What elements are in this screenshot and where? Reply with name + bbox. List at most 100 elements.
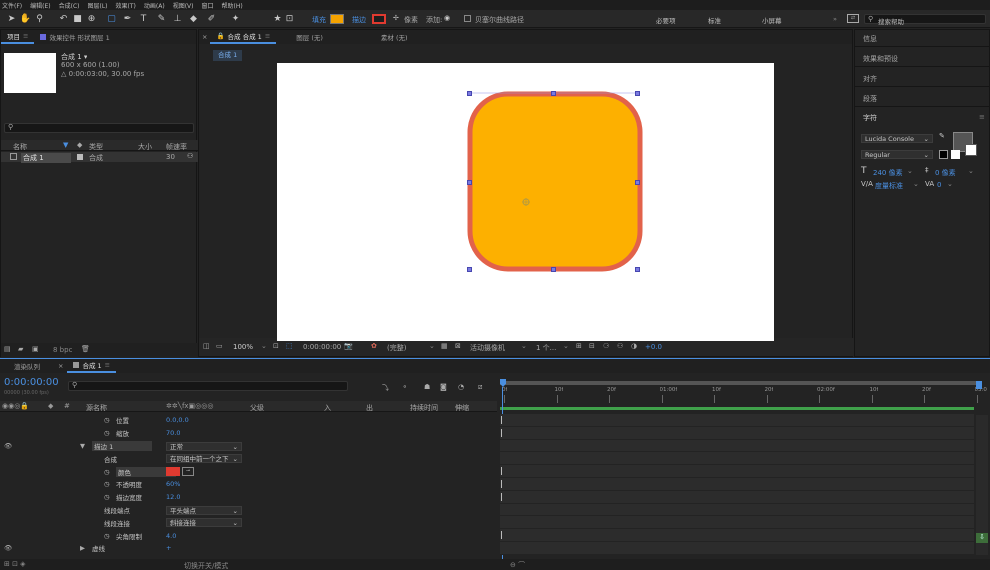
pick-whip-icon[interactable]: ⊸ — [182, 467, 194, 477]
project-item-name[interactable]: 合成 1 — [21, 153, 71, 163]
project-search-field[interactable]: ⚲ — [4, 123, 194, 133]
property-row[interactable]: ◷ 不透明度 60% — [0, 478, 497, 491]
keyframe-marker[interactable] — [501, 531, 502, 540]
tab-effect-controls[interactable]: 效果控件 形状图层 1 — [34, 30, 115, 44]
menu-item[interactable]: 效果(T) — [116, 1, 136, 10]
tracking-value[interactable]: 0 — [937, 181, 941, 189]
type-tool-icon[interactable]: T — [138, 13, 149, 24]
column-name[interactable]: 名称 — [13, 142, 27, 152]
scroll-down-icon[interactable]: ⇩ — [976, 533, 988, 543]
fast-preview-icon[interactable]: ⊠ — [455, 342, 461, 350]
add-menu-icon[interactable]: ◉ — [444, 14, 450, 22]
font-size-value[interactable]: 240 像素 — [873, 168, 903, 178]
column-source-name[interactable]: 源名称 — [86, 403, 107, 413]
column-out[interactable]: 出 — [366, 403, 373, 413]
column-duration[interactable]: 持续时间 — [410, 403, 438, 413]
timeline-timecode[interactable]: 0:00:00:00 — [4, 377, 59, 388]
kerning-value[interactable]: 度量标准 — [875, 181, 903, 191]
footer-toggle-icons[interactable]: ⊞ ⊡ ◈ — [4, 560, 26, 568]
resolution-dropdown[interactable]: (完整) — [387, 343, 406, 353]
tab-project[interactable]: 项目 ≡ — [1, 30, 35, 44]
roto-brush-tool-icon[interactable]: ✐ — [206, 13, 217, 24]
tab-layer[interactable]: 图层 (无) — [290, 30, 329, 44]
property-value[interactable]: 70.0 — [166, 429, 180, 437]
property-row[interactable]: 线段连接 斜接连接 ⌄ — [0, 516, 497, 529]
stopwatch-icon[interactable]: ◷ — [104, 480, 110, 488]
column-type[interactable]: 类型 — [89, 142, 103, 152]
track-row[interactable] — [500, 478, 974, 491]
column-parent[interactable]: 父级 — [250, 403, 264, 413]
fill-label[interactable]: 填充 — [312, 15, 326, 25]
av-features-icon[interactable]: ◉◉◎🔒 — [2, 402, 29, 410]
resolution-chevron-icon[interactable]: ⌄ — [429, 342, 435, 350]
hand-tool-icon[interactable]: ✋ — [20, 13, 31, 24]
tab-footage[interactable]: 素材 (无) — [375, 30, 414, 44]
monitor-icon[interactable]: ▭ — [216, 342, 223, 350]
transparency-grid-icon[interactable]: ▦ — [441, 342, 448, 350]
property-value[interactable]: 12.0 — [166, 493, 180, 501]
zoom-level[interactable]: 100% — [233, 343, 253, 351]
column-in[interactable]: 入 — [324, 403, 331, 413]
playhead-handle[interactable] — [500, 379, 506, 387]
property-dropdown[interactable]: 在同组中前一个之下 ⌄ — [166, 454, 242, 464]
column-size[interactable]: 大小 — [138, 142, 152, 152]
item-label-swatch[interactable] — [77, 154, 83, 160]
transform-handle[interactable] — [635, 267, 640, 272]
region-icon[interactable]: ⬚ — [286, 342, 293, 350]
property-value[interactable]: + — [166, 544, 171, 552]
toggle-switches-label[interactable]: 切换开关/模式 — [184, 561, 228, 570]
grid-icon[interactable]: ⊡ — [273, 342, 279, 350]
zoom-dropdown-icon[interactable]: ⌄ — [261, 342, 267, 350]
transform-handle[interactable] — [635, 91, 640, 96]
always-preview-icon[interactable]: ◫ — [203, 342, 210, 350]
text-stroke-swatch[interactable] — [965, 144, 977, 156]
font-family-dropdown[interactable]: Lucida Console ⌄ — [861, 134, 933, 143]
transform-handle[interactable] — [551, 267, 556, 272]
camera-tool-icon[interactable]: ■ — [72, 13, 83, 24]
menu-item[interactable]: 窗口 — [201, 1, 213, 10]
workspace-essentials[interactable]: 必要项 — [656, 15, 676, 25]
effects-presets-tab[interactable]: 效果和预设 — [863, 54, 898, 64]
track-row[interactable] — [500, 503, 974, 517]
info-panel-tab[interactable]: 信息 — [863, 34, 877, 44]
property-row[interactable]: ◷ 尖角限制 4.0 — [0, 529, 497, 542]
composition-mini-flowchart-icon[interactable]: ⤵ — [382, 383, 389, 393]
frame-blending-icon[interactable]: ◙ — [440, 383, 447, 391]
composition-canvas[interactable] — [277, 63, 774, 341]
exposure-icon[interactable]: ◑ — [631, 342, 637, 350]
zoom-tool-icon[interactable]: ⚲ — [34, 13, 45, 24]
stroke-color-value-swatch[interactable] — [166, 467, 180, 477]
kerning-chevron-icon[interactable]: ⌄ — [913, 180, 919, 188]
expand-arrow-icon[interactable]: ▶ — [80, 544, 85, 552]
transform-handle[interactable] — [467, 267, 472, 272]
eraser-tool-icon[interactable]: ◆ — [188, 13, 199, 24]
zoom-out-icon[interactable]: ⊖ ⌒ — [510, 560, 525, 570]
property-row[interactable]: ◷ 描边宽度 12.0 — [0, 491, 497, 504]
workspace-more-icon[interactable]: » — [833, 15, 837, 23]
menu-item[interactable]: 视图(V) — [173, 1, 194, 10]
stroke-label[interactable]: 描边 — [352, 15, 366, 25]
exposure-value[interactable]: +0.0 — [645, 343, 662, 351]
camera-dropdown[interactable]: 活动摄像机 — [470, 343, 505, 353]
track-row[interactable] — [500, 452, 974, 466]
tab-render-queue[interactable]: 渲染队列 — [0, 359, 54, 373]
transform-handle[interactable] — [467, 91, 472, 96]
menu-item[interactable]: 图层(L) — [88, 1, 108, 10]
layer-duration-bar[interactable] — [500, 407, 974, 410]
align-tab[interactable]: 对齐 — [863, 74, 877, 84]
menu-item[interactable]: 文件(F) — [2, 1, 22, 10]
stopwatch-icon[interactable]: ◷ — [104, 429, 110, 437]
keyframe-marker[interactable] — [501, 480, 502, 488]
close-tab-icon[interactable]: × — [199, 30, 210, 44]
work-area-end-handle[interactable] — [976, 381, 982, 389]
property-row[interactable]: 👁 ▶ 虚线 + — [0, 542, 497, 555]
black-swatch[interactable] — [939, 150, 948, 159]
help-search-field[interactable]: ⚲ 搜索帮助 — [864, 14, 986, 26]
stopwatch-icon[interactable]: ◷ — [104, 468, 110, 476]
snapping-icon[interactable]: ⊡ — [284, 13, 295, 24]
transform-handle[interactable] — [551, 91, 556, 96]
keyframe-marker[interactable] — [501, 492, 502, 501]
menu-item[interactable]: 动画(A) — [144, 1, 165, 10]
new-comp-icon[interactable]: ▣ — [32, 345, 39, 353]
eye-icon[interactable]: 👁 — [4, 544, 12, 552]
